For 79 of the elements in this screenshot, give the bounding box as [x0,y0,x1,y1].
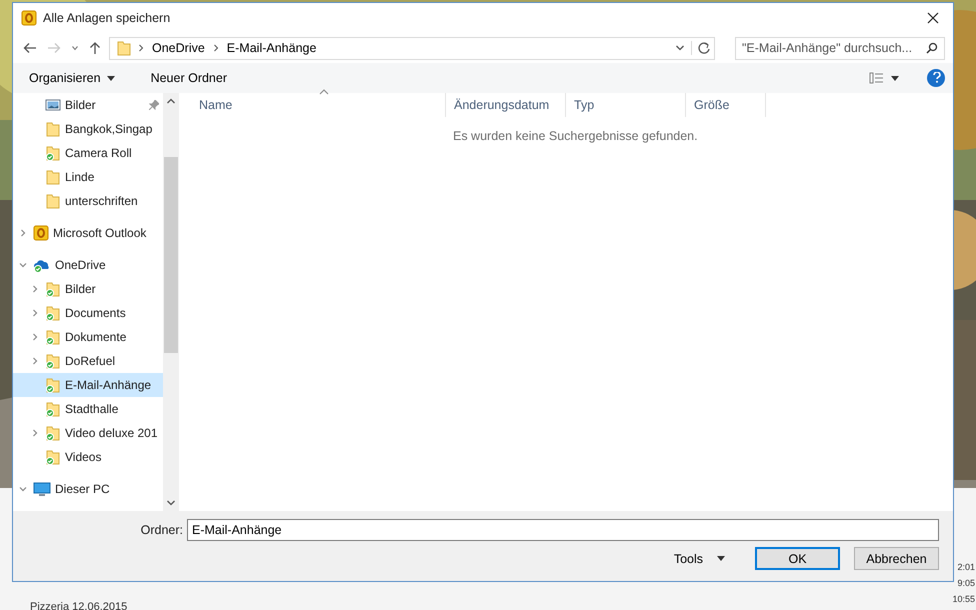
help-button[interactable] [927,69,945,87]
sidebar-item[interactable]: Dieser PC [13,477,163,501]
window-title: Alle Anlagen speichern [43,11,172,25]
search-icon [926,42,938,54]
column-header[interactable]: Typ [566,93,686,117]
folder-icon [45,121,61,137]
chevron-right-icon[interactable] [31,333,39,341]
chevron-right-icon [212,44,219,52]
organize-button[interactable]: Organisieren [21,69,123,87]
caret-icon [71,44,79,52]
chevron-right-icon[interactable] [19,229,27,237]
chevron-down-icon[interactable] [19,261,27,269]
sidebar-item[interactable]: OneDrive [13,253,163,277]
folder-icon [45,169,61,185]
selected-sidebar-item[interactable]: E-Mail-Anhänge [13,373,163,397]
outlook-icon [33,225,49,241]
sidebar-item[interactable]: Stadthalle [13,397,163,421]
breadcrumb[interactable]: OneDrive [150,41,207,55]
scroll-up-icon[interactable] [166,97,176,105]
time-text: 2:01 [957,562,975,572]
synced-folder-icon [45,305,61,321]
caret-icon [717,556,725,561]
sidebar-item[interactable]: Bilder [13,93,163,117]
new-folder-button[interactable]: Neuer Ordner [142,69,236,87]
sidebar-item[interactable]: Videos [13,445,163,469]
synced-folder-icon [45,377,61,393]
pictures-icon [45,97,61,113]
address-bar[interactable]: OneDrive E-Mail-Anhänge [109,36,715,60]
column-header[interactable]: Änderungsdatum [446,93,566,117]
sidebar-item[interactable]: Linde [13,165,163,189]
folder-icon [45,193,61,209]
chevron-right-icon [138,44,144,52]
column-header[interactable]: Name [191,93,446,117]
synced-folder-icon [45,449,61,465]
list-item[interactable]: Pizzeria 12.06.2015 [30,601,128,610]
synced-folder-icon [45,145,61,161]
sidebar-item[interactable]: Microsoft Outlook [13,221,163,245]
column-header[interactable]: Größe [686,93,766,117]
folder-label: Ordner: [140,523,183,537]
scroll-down-icon[interactable] [166,499,176,507]
sort-ascending-icon [319,89,329,95]
breadcrumb[interactable]: E-Mail-Anhänge [224,41,318,55]
sidebar-item[interactable]: Bangkok,Singap [13,117,163,141]
sidebar-item[interactable]: Dokumente [13,325,163,349]
sidebar-item[interactable]: DoRefuel [13,349,163,373]
chevron-right-icon[interactable] [31,357,39,365]
sidebar-item[interactable]: Camera Roll [13,141,163,165]
cancel-button[interactable]: Abbrechen [854,547,939,570]
question-mark-icon [933,72,941,82]
computer-icon [33,481,51,497]
tools-button[interactable]: Tools [668,550,731,566]
time-text: 9:05 [957,578,975,588]
details-view-icon [869,72,885,84]
sidebar-item[interactable]: Documents [13,301,163,325]
sidebar-item[interactable]: unterschriften [13,189,163,213]
synced-folder-icon [45,401,61,417]
folder-name-field[interactable]: E-Mail-Anhänge [187,519,939,541]
chevron-down-icon[interactable] [19,485,27,493]
time-text: 10:55 [952,594,975,604]
scrollbar[interactable] [163,93,179,511]
synced-folder-icon [45,353,61,369]
chevron-right-icon[interactable] [31,309,39,317]
pin-icon[interactable] [149,100,159,110]
outlook-icon [21,10,37,26]
chevron-right-icon[interactable] [31,429,39,437]
sidebar-item[interactable]: Video deluxe 201 [13,421,163,445]
synced-folder-icon [45,281,61,297]
folder-icon [116,40,132,56]
sidebar-item[interactable]: Bilder [13,277,163,301]
empty-message: Es wurden keine Suchergebnisse gefunden. [453,129,699,143]
close-icon [927,12,939,24]
chevron-down-icon[interactable] [675,44,685,52]
caret-icon [106,76,115,80]
search-field[interactable]: "E-Mail-Anhänge" durchsuch... [735,36,945,60]
ok-button[interactable]: OK [755,547,840,570]
synced-folder-icon [45,329,61,345]
synced-folder-icon [45,425,61,441]
caret-icon [891,76,899,80]
chevron-right-icon[interactable] [31,285,39,293]
